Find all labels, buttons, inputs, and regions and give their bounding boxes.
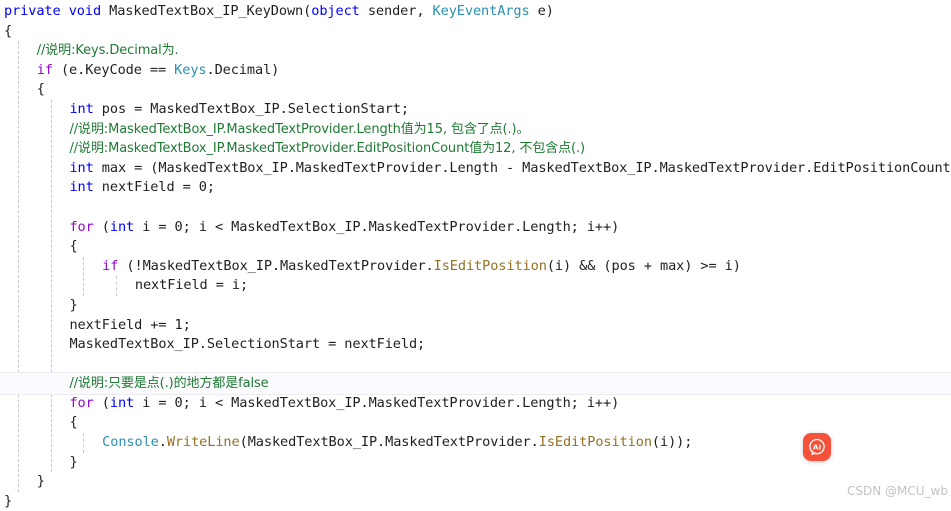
code-line[interactable]: private void MaskedTextBox_IP_KeyDown(ob… xyxy=(0,2,951,22)
code-token: Console xyxy=(102,434,159,451)
code-token: } xyxy=(4,492,13,509)
code-line[interactable]: { xyxy=(0,80,951,100)
code-token: { xyxy=(69,414,78,431)
code-token: int xyxy=(109,218,135,235)
code-line[interactable]: int max = (MaskedTextBox_IP.MaskedTextPr… xyxy=(0,159,951,179)
code-token: .Decimal) xyxy=(206,61,280,78)
code-line[interactable]: if (e.KeyCode == Keys.Decimal) xyxy=(0,61,951,81)
code-token: } xyxy=(69,453,78,470)
watermark-text: CSDN @MCU_wb xyxy=(847,484,948,498)
code-token: MaskedTextBox_IP_KeyDown xyxy=(109,3,304,19)
code-token: //说明:MaskedTextBox_IP.MaskedTextProvider… xyxy=(69,121,530,137)
code-token: for xyxy=(69,218,94,235)
code-line[interactable]: int pos = MaskedTextBox_IP.SelectionStar… xyxy=(0,100,951,120)
code-token: void xyxy=(68,3,102,19)
code-token: WriteLine xyxy=(166,434,240,451)
code-token: { xyxy=(4,22,13,39)
code-token: nextField = i; xyxy=(134,277,249,294)
code-line[interactable]: nextField += 1; xyxy=(0,316,951,336)
code-line[interactable]: //说明:MaskedTextBox_IP.MaskedTextProvider… xyxy=(0,120,951,140)
code-token: for xyxy=(69,394,94,411)
code-line[interactable]: for (int i = 0; i < MaskedTextBox_IP.Mas… xyxy=(0,394,951,414)
code-line[interactable]: { xyxy=(0,237,951,257)
code-token: { xyxy=(36,81,45,98)
code-token: (MaskedTextBox_IP.MaskedTextProvider. xyxy=(239,434,539,451)
code-token: { xyxy=(69,238,78,255)
code-token: (!MaskedTextBox_IP.MaskedTextProvider. xyxy=(118,257,434,274)
code-token: (i)); xyxy=(651,434,693,451)
code-line[interactable]: if (!MaskedTextBox_IP.MaskedTextProvider… xyxy=(0,257,951,277)
code-token: } xyxy=(69,296,78,313)
code-token: //说明:只要是点(.)的地方都是false xyxy=(69,376,269,392)
code-token: ( xyxy=(93,218,110,235)
code-token: nextField = 0; xyxy=(93,179,215,196)
code-token: pos = MaskedTextBox_IP.SelectionStart; xyxy=(93,100,409,117)
code-token: e) xyxy=(529,3,554,19)
code-token: Keys xyxy=(174,61,207,78)
code-token: MaskedTextBox_IP.SelectionStart = nextFi… xyxy=(69,336,426,353)
code-token: IsEditPosition xyxy=(433,257,547,274)
code-token: i = 0; i < MaskedTextBox_IP.MaskedTextPr… xyxy=(134,218,620,235)
code-line[interactable]: //说明:只要是点(.)的地方都是false xyxy=(0,374,951,394)
code-token: max = (MaskedTextBox_IP.MaskedTextProvid… xyxy=(93,159,951,176)
code-line[interactable]: } xyxy=(0,492,951,511)
code-line[interactable]: for (int i = 0; i < MaskedTextBox_IP.Mas… xyxy=(0,218,951,238)
code-token: . xyxy=(158,434,167,451)
code-line[interactable] xyxy=(0,198,951,218)
ai-assistant-icon[interactable]: AI xyxy=(803,433,831,461)
code-token: sender, xyxy=(359,3,433,19)
code-token: object xyxy=(311,3,360,19)
code-line[interactable] xyxy=(0,355,951,375)
code-token: if xyxy=(102,257,119,274)
code-line[interactable]: { xyxy=(0,413,951,433)
code-token: //说明:Keys.Decimal为. xyxy=(36,43,179,59)
code-line[interactable]: } xyxy=(0,472,951,492)
code-line[interactable]: nextField = i; xyxy=(0,276,951,296)
code-token: int xyxy=(69,179,94,196)
code-token: IsEditPosition xyxy=(538,434,652,451)
code-token: int xyxy=(109,394,135,411)
code-token: } xyxy=(36,473,45,490)
code-token: (i) && (pos + max) >= i) xyxy=(546,257,741,274)
code-line[interactable]: { xyxy=(0,22,951,42)
code-editor[interactable]: private void MaskedTextBox_IP_KeyDown ( ob… xyxy=(0,0,951,509)
code-token: int xyxy=(69,100,94,117)
code-line[interactable]: //说明:Keys.Decimal为. xyxy=(0,41,951,61)
code-token: nextField += 1; xyxy=(69,316,191,333)
code-token: (e.KeyCode == xyxy=(52,61,175,78)
code-line[interactable]: //说明:MaskedTextBox_IP.MaskedTextProvider… xyxy=(0,139,951,159)
ai-bubble-glyph: AI xyxy=(809,438,825,455)
code-line[interactable]: } xyxy=(0,296,951,316)
code-line[interactable]: MaskedTextBox_IP.SelectionStart = nextFi… xyxy=(0,335,951,355)
code-token: private xyxy=(4,3,61,19)
code-token: //说明:MaskedTextBox_IP.MaskedTextProvider… xyxy=(69,141,585,157)
code-token: ( xyxy=(93,394,110,411)
svg-text:AI: AI xyxy=(813,443,822,452)
code-token: int xyxy=(69,159,94,176)
code-token: KeyEventArgs xyxy=(432,3,530,19)
code-line[interactable]: int nextField = 0; xyxy=(0,178,951,198)
code-token: if xyxy=(36,61,53,78)
code-token: i = 0; i < MaskedTextBox_IP.MaskedTextPr… xyxy=(134,394,620,411)
